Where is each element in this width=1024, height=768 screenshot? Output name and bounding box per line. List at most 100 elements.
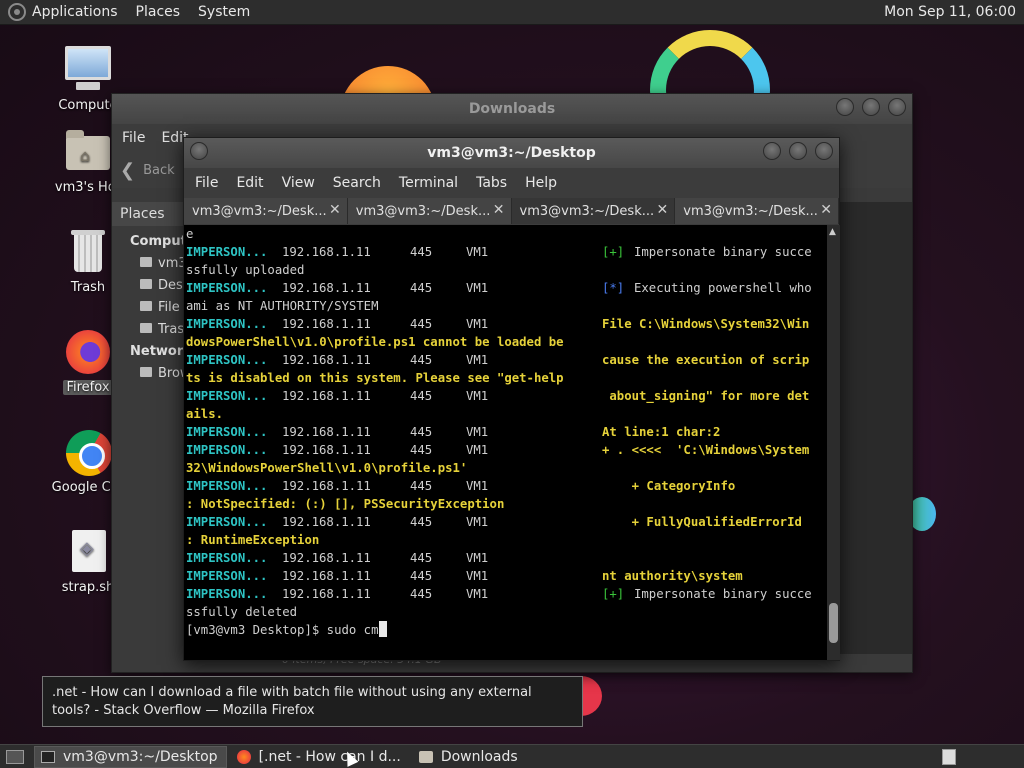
- terminal-field-port: 445: [410, 353, 433, 367]
- close-button[interactable]: [815, 142, 833, 160]
- tab-label: vm3@vm3:~/Desk...: [683, 203, 818, 219]
- scroll-up-icon[interactable]: ▲: [829, 227, 836, 237]
- terminal-field-msg: File C:\Windows\System32\Win: [602, 317, 810, 331]
- terminal-line: IMPERSON... 192.168.1.11 445 VM1 + . <<<< 'C…: [186, 441, 827, 459]
- terminal-field-ip: 192.168.1.11: [282, 443, 371, 457]
- workspace-switcher-icon[interactable]: [942, 748, 956, 765]
- terminal-line: IMPERSON... 192.168.1.11 445 VM1 [+] Imperson…: [186, 243, 827, 261]
- terminal-text: : RuntimeException: [186, 533, 320, 547]
- clock[interactable]: Mon Sep 11, 06:00: [884, 4, 1016, 20]
- terminal-line: IMPERSON... 192.168.1.11 445 VM1 At line:1 c…: [186, 423, 827, 441]
- top-panel: Applications Places System Mon Sep 11, 0…: [0, 0, 1024, 25]
- terminal-line: IMPERSON... 192.168.1.11 445 VM1 [+] Imperson…: [186, 585, 827, 603]
- window-menu-button[interactable]: [190, 142, 208, 160]
- firefox-icon: [236, 749, 251, 764]
- places-dropdown[interactable]: Places: [112, 202, 186, 226]
- terminal-field-proto: IMPERSON...: [186, 479, 268, 493]
- terminal-field-host: VM1: [466, 245, 489, 259]
- terminal-field-port: 445: [410, 281, 433, 295]
- maximize-button[interactable]: [789, 142, 807, 160]
- minimize-button[interactable]: [836, 98, 854, 116]
- terminal-line: ssfully deleted: [186, 603, 827, 621]
- terminal-tab-2[interactable]: vm3@vm3:~/Desk... ✕: [347, 198, 512, 224]
- task-downloads[interactable]: Downloads: [413, 746, 526, 768]
- maximize-button[interactable]: [862, 98, 880, 116]
- menu-view[interactable]: View: [273, 175, 324, 191]
- terminal-field-proto: IMPERSON...: [186, 425, 268, 439]
- terminal-tab-4[interactable]: vm3@vm3:~/Desk... ✕: [675, 198, 839, 224]
- terminal-field-proto: IMPERSON...: [186, 389, 268, 403]
- back-button[interactable]: Back: [143, 163, 175, 178]
- menu-tabs[interactable]: Tabs: [467, 175, 516, 191]
- close-icon[interactable]: ✕: [820, 202, 832, 218]
- show-desktop-icon[interactable]: [6, 749, 24, 764]
- desktop-icon-label: Trash: [70, 280, 106, 295]
- menu-edit[interactable]: Edit: [227, 175, 272, 191]
- menu-applications[interactable]: Applications: [32, 4, 118, 20]
- back-arrow-icon[interactable]: ❮: [120, 160, 135, 181]
- terminal-tab-3[interactable]: vm3@vm3:~/Desk... ✕: [511, 198, 676, 224]
- terminal-field-ip: 192.168.1.11: [282, 551, 371, 565]
- terminal-line: IMPERSON... 192.168.1.11 445 VM1: [186, 549, 827, 567]
- task-label: vm3@vm3:~/Desktop: [63, 748, 218, 765]
- terminal-titlebar[interactable]: vm3@vm3:~/Desktop: [184, 138, 839, 168]
- menu-system[interactable]: System: [198, 4, 250, 20]
- terminal-tab-1[interactable]: vm3@vm3:~/Desk... ✕: [184, 198, 348, 224]
- terminal-field-port: 445: [410, 389, 433, 403]
- terminal-field-proto: IMPERSON...: [186, 245, 268, 259]
- terminal-field-tag: [+]: [602, 245, 625, 259]
- tab-label: vm3@vm3:~/Desk...: [355, 203, 491, 219]
- terminal-field-msg: nt authority\system: [602, 569, 743, 583]
- desktop-icon-label: Firefox: [63, 380, 113, 395]
- close-icon[interactable]: ✕: [657, 202, 669, 218]
- terminal-output[interactable]: e IMPERSON... 192.168.1.11 445 VM1 [+] Imperso…: [184, 225, 827, 660]
- sidebar-item-home[interactable]: vm3: [140, 256, 187, 271]
- terminal-field-msg: Impersonate binary succe: [634, 245, 812, 259]
- terminal-field-msg: At line:1 char:2: [602, 425, 721, 439]
- terminal-line: ssfully uploaded: [186, 261, 827, 279]
- menu-help[interactable]: Help: [516, 175, 566, 191]
- task-label: Downloads: [440, 748, 518, 765]
- task-firefox[interactable]: [.net - How can I d...: [231, 746, 409, 768]
- terminal-field-host: VM1: [466, 515, 489, 529]
- menu-search[interactable]: Search: [324, 175, 390, 191]
- terminal-text: ssfully deleted: [186, 605, 298, 619]
- terminal-field-ip: 192.168.1.11: [282, 245, 371, 259]
- terminal-icon: [41, 750, 55, 763]
- task-terminal[interactable]: vm3@vm3:~/Desktop: [34, 745, 227, 768]
- distro-logo-icon[interactable]: [8, 3, 26, 21]
- terminal-window[interactable]: vm3@vm3:~/Desktop File Edit View Search …: [183, 137, 840, 661]
- home-folder-icon: ⌂: [64, 128, 112, 176]
- terminal-field-ip: 192.168.1.11: [282, 317, 371, 331]
- terminal-scrollbar[interactable]: ▲: [827, 225, 840, 660]
- close-icon[interactable]: ✕: [493, 202, 505, 218]
- scrollbar-thumb[interactable]: [829, 603, 838, 643]
- terminal-line: : RuntimeException: [186, 531, 827, 549]
- close-button[interactable]: [888, 98, 906, 116]
- menu-file[interactable]: File: [122, 130, 145, 146]
- sidebar-item-filesystem[interactable]: File: [140, 300, 180, 315]
- terminal-field-proto: IMPERSON...: [186, 443, 268, 457]
- terminal-field-host: VM1: [466, 425, 489, 439]
- menu-places[interactable]: Places: [136, 4, 181, 20]
- tab-label: vm3@vm3:~/Desk...: [192, 203, 327, 219]
- folder-icon: [418, 750, 433, 763]
- terminal-field-port: 445: [410, 245, 433, 259]
- terminal-text: : NotSpecified: (:) [], PSSecurityExcept…: [186, 497, 505, 511]
- script-file-icon: [64, 528, 112, 576]
- chrome-icon: [64, 428, 112, 476]
- terminal-field-port: 445: [410, 479, 433, 493]
- close-icon[interactable]: ✕: [329, 202, 341, 218]
- terminal-line: dowsPowerShell\v1.0\profile.ps1 cannot b…: [186, 333, 827, 351]
- terminal-line: : NotSpecified: (:) [], PSSecurityExcept…: [186, 495, 827, 513]
- terminal-field-ip: 192.168.1.11: [282, 353, 371, 367]
- bottom-taskbar: vm3@vm3:~/Desktop [.net - How can I d...…: [0, 744, 1024, 768]
- downloads-titlebar[interactable]: Downloads: [112, 94, 912, 124]
- minimize-button[interactable]: [763, 142, 781, 160]
- terminal-prompt-line[interactable]: [vm3@vm3 Desktop]$ sudo cm: [186, 621, 827, 639]
- menu-file[interactable]: File: [186, 175, 227, 191]
- terminal-line: e: [186, 225, 827, 243]
- terminal-field-ip: 192.168.1.11: [282, 587, 371, 601]
- terminal-line: IMPERSON... 192.168.1.11 445 VM1 about_sign…: [186, 387, 827, 405]
- menu-terminal[interactable]: Terminal: [390, 175, 467, 191]
